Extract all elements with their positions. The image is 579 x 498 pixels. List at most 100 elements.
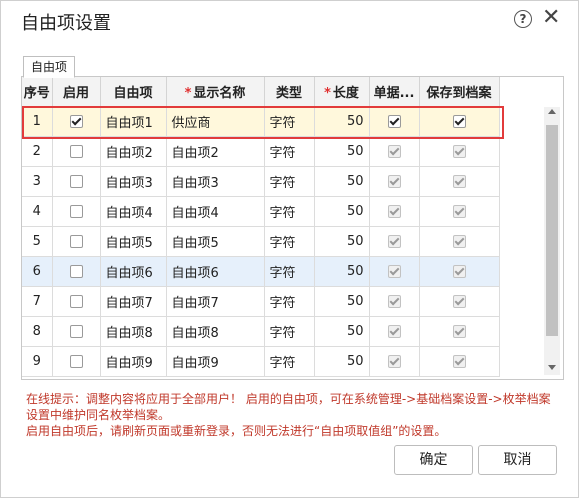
- table-body: 1 自由项1 供应商 字符 50 2 自由项2 自由项2 字符 50 3 自由项3 自由项3 字符 50 4 自…: [22, 106, 500, 377]
- cell-enabled[interactable]: [52, 346, 101, 377]
- cell-display-name[interactable]: 自由项4: [166, 196, 265, 227]
- free-item-grid: 序号 启用 自由项 * 显示名称 类型 * 长度 单据... 保存到档案 1 自由项1…: [21, 76, 564, 380]
- cell-type[interactable]: 字符: [264, 226, 315, 257]
- hint-line-2: 启用自由项后，请刷新页面或重新登录，否则无法进行“自由项取值组”的设置。: [26, 424, 447, 438]
- cell-length[interactable]: 50: [314, 316, 370, 347]
- archive-checkbox: [452, 145, 466, 158]
- cell-enabled[interactable]: [52, 226, 101, 257]
- enabled-checkbox[interactable]: [69, 295, 83, 308]
- cell-display-name[interactable]: 自由项2: [166, 136, 265, 167]
- scroll-down-arrow-icon[interactable]: [548, 365, 556, 370]
- doc-checkbox: [387, 265, 401, 278]
- cell-doc: [369, 136, 420, 167]
- cell-display-name[interactable]: 自由项3: [166, 166, 265, 197]
- cell-length[interactable]: 50: [314, 226, 370, 257]
- scroll-up-arrow-icon[interactable]: [548, 109, 556, 114]
- cell-item: 自由项4: [100, 196, 167, 227]
- cell-length[interactable]: 50: [314, 166, 370, 197]
- cell-length[interactable]: 50: [314, 286, 370, 317]
- cell-enabled[interactable]: [52, 256, 101, 287]
- cell-doc: [369, 196, 420, 227]
- doc-checkbox: [387, 145, 401, 158]
- cell-type[interactable]: 字符: [264, 196, 315, 227]
- enabled-checkbox[interactable]: [69, 325, 83, 338]
- doc-checkbox: [387, 355, 401, 368]
- scrollbar-thumb[interactable]: [546, 125, 558, 336]
- cell-archive: [419, 256, 500, 287]
- cell-seq: 1: [22, 106, 53, 137]
- archive-checkbox: [452, 115, 466, 128]
- tab-free-item[interactable]: 自由项: [23, 56, 75, 78]
- cell-type[interactable]: 字符: [264, 106, 315, 137]
- table-row[interactable]: 9 自由项9 自由项9 字符 50: [22, 346, 500, 377]
- cell-seq: 8: [22, 316, 53, 347]
- cell-doc: [369, 346, 420, 377]
- cell-enabled[interactable]: [52, 166, 101, 197]
- cell-enabled[interactable]: [52, 106, 101, 137]
- col-header-type[interactable]: 类型: [264, 77, 315, 107]
- cell-type[interactable]: 字符: [264, 166, 315, 197]
- enabled-checkbox[interactable]: [69, 145, 83, 158]
- cell-length[interactable]: 50: [314, 346, 370, 377]
- table-row[interactable]: 6 自由项6 自由项6 字符 50: [22, 256, 500, 287]
- cell-archive: [419, 106, 500, 137]
- cell-item: 自由项1: [100, 106, 167, 137]
- col-header-item[interactable]: 自由项: [100, 77, 167, 107]
- help-icon[interactable]: ?: [514, 10, 532, 28]
- doc-checkbox: [387, 115, 401, 128]
- enabled-checkbox[interactable]: [69, 115, 83, 128]
- cell-display-name[interactable]: 自由项9: [166, 346, 265, 377]
- cell-display-name[interactable]: 自由项6: [166, 256, 265, 287]
- table-row[interactable]: 4 自由项4 自由项4 字符 50: [22, 196, 500, 227]
- cell-display-name[interactable]: 自由项7: [166, 286, 265, 317]
- col-header-display-name[interactable]: * 显示名称: [166, 77, 265, 107]
- required-mark: *: [184, 86, 192, 101]
- col-header-archive[interactable]: 保存到档案: [419, 77, 500, 107]
- enabled-checkbox[interactable]: [69, 355, 83, 368]
- ok-button[interactable]: 确定: [394, 445, 473, 475]
- cell-type[interactable]: 字符: [264, 286, 315, 317]
- cell-doc: [369, 256, 420, 287]
- cell-item: 自由项9: [100, 346, 167, 377]
- col-header-doc[interactable]: 单据...: [369, 77, 420, 107]
- cell-item: 自由项3: [100, 166, 167, 197]
- col-header-length[interactable]: * 长度: [314, 77, 370, 107]
- cell-item: 自由项7: [100, 286, 167, 317]
- cell-length[interactable]: 50: [314, 136, 370, 167]
- cell-type[interactable]: 字符: [264, 316, 315, 347]
- close-icon[interactable]: ✕: [542, 6, 560, 30]
- enabled-checkbox[interactable]: [69, 175, 83, 188]
- cell-enabled[interactable]: [52, 316, 101, 347]
- archive-checkbox: [452, 175, 466, 188]
- cell-type[interactable]: 字符: [264, 346, 315, 377]
- table-row[interactable]: 1 自由项1 供应商 字符 50: [22, 106, 500, 137]
- cell-seq: 2: [22, 136, 53, 167]
- enabled-checkbox[interactable]: [69, 265, 83, 278]
- cell-enabled[interactable]: [52, 286, 101, 317]
- enabled-checkbox[interactable]: [69, 235, 83, 248]
- cell-type[interactable]: 字符: [264, 136, 315, 167]
- online-hint: 在线提示：调整内容将应用于全部用户！ 启用的自由项，可在系统管理->基础档案设置…: [26, 391, 561, 439]
- table-row[interactable]: 7 自由项7 自由项7 字符 50: [22, 286, 500, 317]
- table-row[interactable]: 5 自由项5 自由项5 字符 50: [22, 226, 500, 257]
- cell-enabled[interactable]: [52, 196, 101, 227]
- table-row[interactable]: 3 自由项3 自由项3 字符 50: [22, 166, 500, 197]
- cell-length[interactable]: 50: [314, 256, 370, 287]
- table-row[interactable]: 2 自由项2 自由项2 字符 50: [22, 136, 500, 167]
- cancel-button[interactable]: 取消: [478, 445, 557, 475]
- col-header-enabled[interactable]: 启用: [52, 77, 101, 107]
- cell-type[interactable]: 字符: [264, 256, 315, 287]
- cell-display-name[interactable]: 供应商: [166, 106, 265, 137]
- cell-seq: 5: [22, 226, 53, 257]
- cell-length[interactable]: 50: [314, 196, 370, 227]
- enabled-checkbox[interactable]: [69, 205, 83, 218]
- archive-checkbox: [452, 355, 466, 368]
- cell-display-name[interactable]: 自由项8: [166, 316, 265, 347]
- cell-enabled[interactable]: [52, 136, 101, 167]
- cell-display-name[interactable]: 自由项5: [166, 226, 265, 257]
- table-row[interactable]: 8 自由项8 自由项8 字符 50: [22, 316, 500, 347]
- cell-item: 自由项8: [100, 316, 167, 347]
- dialog-title: 自由项设置: [21, 13, 111, 34]
- cell-length[interactable]: 50: [314, 106, 370, 137]
- cell-archive: [419, 196, 500, 227]
